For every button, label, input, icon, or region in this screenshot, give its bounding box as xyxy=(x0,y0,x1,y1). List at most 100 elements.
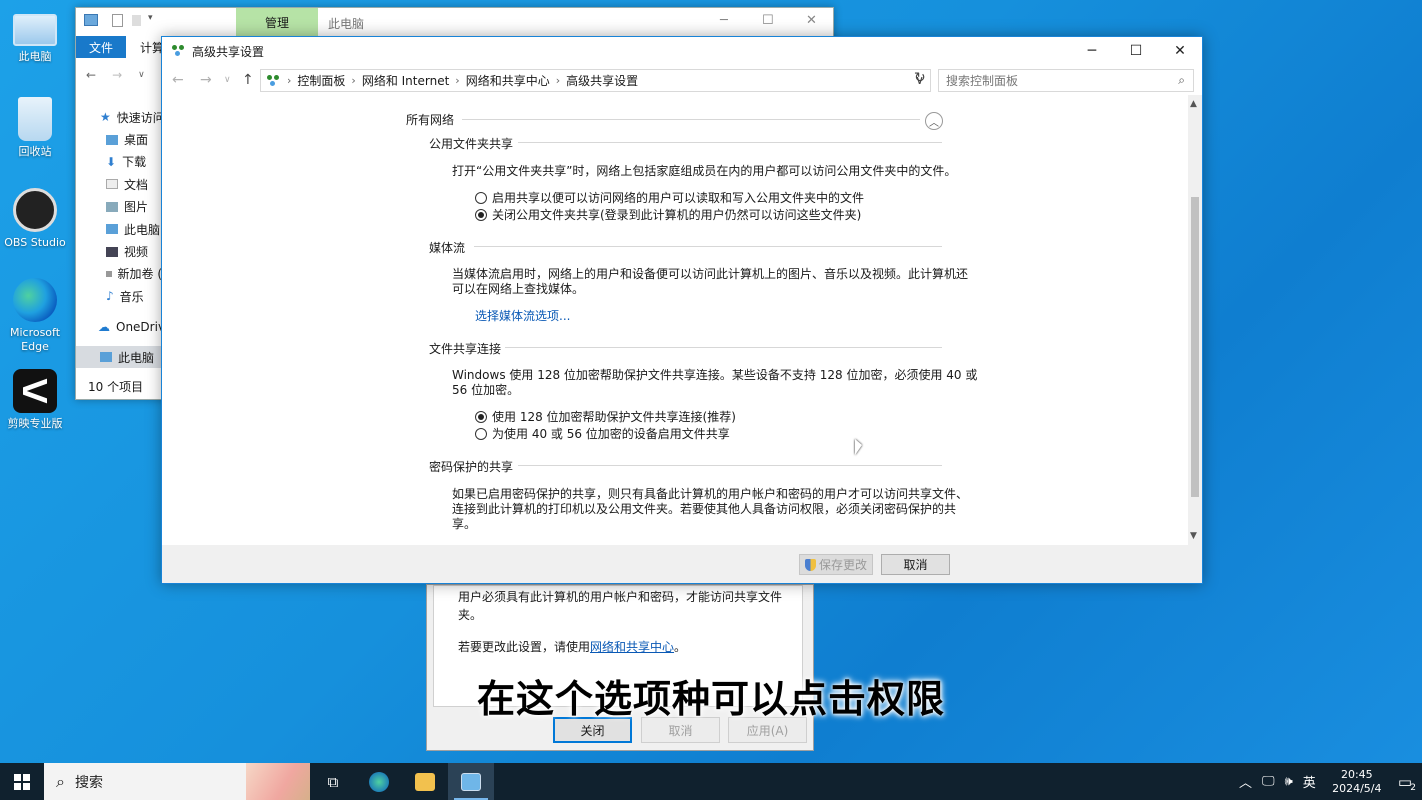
clock[interactable]: 20:45 2024/5/4 xyxy=(1326,768,1388,796)
sidebar-item-label: 桌面 xyxy=(124,133,149,148)
description-line: 当媒体流启用时，网络上的用户和设备便可以访问此计算机上的图片、音乐以及视频。此计… xyxy=(452,267,969,281)
vertical-scrollbar[interactable]: ▲ ▼ xyxy=(1188,95,1202,545)
tab-computer[interactable]: 计算 xyxy=(126,36,164,58)
taskbar-file-explorer[interactable] xyxy=(402,763,448,800)
network-icon[interactable]: 🖵 xyxy=(1262,774,1275,789)
volume-icon[interactable]: 🕪 xyxy=(1285,774,1293,789)
forward-arrow-icon[interactable]: → xyxy=(112,68,122,82)
breadcrumb[interactable]: › 控制面板 › 网络和 Internet › 网络和共享中心 › 高级共享设置… xyxy=(260,69,931,92)
file-sharing-option-128bit[interactable]: 使用 128 位加密帮助保护文件共享连接(推荐) xyxy=(475,408,736,425)
file-sharing-option-40-56bit[interactable]: 为使用 40 或 56 位加密的设备启用文件共享 xyxy=(475,425,730,442)
sidebar-item-desktop[interactable]: 桌面 xyxy=(76,128,162,150)
tab-manage[interactable]: 管理 xyxy=(236,8,318,36)
sidebar-item-label: 此电脑 xyxy=(118,350,155,365)
scrollbar-thumb[interactable] xyxy=(1191,197,1199,497)
properties-icon[interactable] xyxy=(112,14,123,27)
show-hidden-icons-chevron-icon[interactable]: ︿ xyxy=(1239,772,1252,791)
sidebar-item-music[interactable]: ♪ 音乐 xyxy=(76,285,162,307)
notification-count-badge: 2 xyxy=(1410,782,1416,793)
radio-button[interactable] xyxy=(475,427,487,440)
drive-icon xyxy=(106,270,112,277)
breadcrumb-separator-icon[interactable]: › xyxy=(351,74,355,87)
sidebar-item-label: 图片 xyxy=(124,200,149,215)
taskbar-control-panel[interactable] xyxy=(448,763,494,800)
advanced-sharing-window[interactable]: 高级共享设置 ─ ☐ ✕ ← → ∨ ↑ › 控制面板 › 网络和 Intern… xyxy=(161,36,1203,584)
breadcrumb-separator-icon[interactable]: › xyxy=(455,74,459,87)
sidebar-item-this-pc[interactable]: 此电脑 xyxy=(76,218,162,240)
maximize-icon[interactable]: ☐ xyxy=(1114,37,1158,65)
computer-icon xyxy=(100,352,112,363)
close-icon[interactable]: ✕ xyxy=(1158,37,1202,65)
forward-arrow-icon[interactable]: → xyxy=(200,72,212,88)
taskbar-search-box[interactable]: ⌕ 搜索 xyxy=(44,763,310,800)
picture-icon xyxy=(106,201,118,212)
customize-toolbar-icon[interactable]: ▾ xyxy=(148,13,153,23)
new-folder-icon[interactable] xyxy=(132,15,141,26)
recent-locations-chevron-icon[interactable]: ∨ xyxy=(138,70,145,80)
sidebar-item-onedrive[interactable]: ☁ OneDrive xyxy=(76,316,172,338)
save-changes-button[interactable]: 保存更改 xyxy=(799,554,873,575)
input-method-indicator[interactable]: 英 xyxy=(1303,772,1316,791)
clock-time: 20:45 xyxy=(1340,767,1373,781)
sidebar-item-this-pc-root[interactable]: 此电脑 xyxy=(76,345,162,369)
notification-center-icon[interactable]: ▭ 2 xyxy=(1398,773,1416,793)
windows-logo-icon xyxy=(14,773,30,790)
properties-text: 用户必须具有此计算机的用户帐户和密码，才能访问共享文件夹。 xyxy=(458,590,783,622)
task-view-button[interactable]: ⧉ xyxy=(310,763,356,800)
cancel-button[interactable]: 取消 xyxy=(881,554,950,575)
desktop-icon-label: 回收站 xyxy=(18,145,52,158)
divider xyxy=(462,119,920,120)
breadcrumb-item[interactable]: 高级共享设置 xyxy=(566,72,638,89)
desktop-icon-capcut[interactable]: 剪映专业版 xyxy=(0,369,70,431)
breadcrumb-separator-icon[interactable]: › xyxy=(287,74,291,87)
sidebar-item-new-volume[interactable]: 新加卷 ( xyxy=(76,263,162,285)
sidebar-item-documents[interactable]: 文档 xyxy=(76,173,162,195)
breadcrumb-item[interactable]: 控制面板 xyxy=(297,72,345,89)
public-folder-heading: 公用文件夹共享 xyxy=(429,135,513,152)
search-input[interactable]: 搜索控制面板 ⌕ xyxy=(938,69,1194,92)
desktop-icon-edge[interactable]: Microsoft Edge xyxy=(0,278,70,354)
scroll-up-arrow-icon[interactable]: ▲ xyxy=(1190,99,1197,109)
back-arrow-icon[interactable]: ← xyxy=(86,68,96,82)
close-icon[interactable]: ✕ xyxy=(806,13,817,28)
start-button[interactable] xyxy=(0,763,44,800)
search-label: 搜索 xyxy=(74,774,103,791)
edge-icon xyxy=(369,771,389,792)
sidebar-item-downloads[interactable]: ⬇ 下载 xyxy=(76,151,162,173)
tab-file[interactable]: 文件 xyxy=(76,36,126,58)
network-sharing-center-link[interactable]: 网络和共享中心 xyxy=(590,640,674,654)
desktop-icon-this-pc[interactable]: 此电脑 xyxy=(0,8,70,64)
up-arrow-icon[interactable]: ↑ xyxy=(242,72,254,88)
mouse-cursor-icon xyxy=(855,439,862,455)
search-icon[interactable]: ⌕ xyxy=(1178,73,1185,88)
scroll-down-arrow-icon[interactable]: ▼ xyxy=(1190,531,1197,541)
radio-button-selected[interactable] xyxy=(475,208,487,221)
minimize-icon[interactable]: ─ xyxy=(720,13,728,28)
sidebar-item-quick-access[interactable]: ★ 快速访问 xyxy=(76,106,165,128)
media-streaming-options-link[interactable]: 选择媒体流选项... xyxy=(475,309,570,324)
sidebar-item-pictures[interactable]: 图片 xyxy=(76,196,162,218)
desktop-icon-obs[interactable]: OBS Studio xyxy=(0,188,70,250)
minimize-icon[interactable]: ─ xyxy=(1070,37,1114,65)
maximize-icon[interactable]: ☐ xyxy=(762,13,774,28)
public-folder-option-disable[interactable]: 关闭公用文件夹共享(登录到此计算机的用户仍然可以访问这些文件夹) xyxy=(475,206,861,223)
breadcrumb-item[interactable]: 网络和 Internet xyxy=(362,72,449,89)
desktop-icon-recycle-bin[interactable]: 回收站 xyxy=(0,97,70,159)
sidebar-item-videos[interactable]: 视频 xyxy=(76,240,162,262)
public-folder-option-enable[interactable]: 启用共享以便可以访问网络的用户可以读取和写入公用文件夹中的文件 xyxy=(475,189,864,206)
radio-button[interactable] xyxy=(475,191,487,204)
back-arrow-icon[interactable]: ← xyxy=(172,72,184,88)
breadcrumb-item[interactable]: 网络和共享中心 xyxy=(466,72,550,89)
text-suffix: 。 xyxy=(674,640,687,654)
recent-locations-chevron-icon[interactable]: ∨ xyxy=(224,75,231,85)
window-titlebar: 高级共享设置 ─ ☐ ✕ xyxy=(162,37,1202,65)
collapse-chevron-up-icon[interactable]: ︿ xyxy=(925,112,943,130)
quick-access-toolbar-icon[interactable] xyxy=(84,14,98,26)
task-view-icon: ⧉ xyxy=(327,772,339,791)
divider xyxy=(518,142,942,143)
breadcrumb-separator-icon[interactable]: › xyxy=(556,74,560,87)
description-line: 连接到此计算机的打印机以及公用文件夹。若要使其他人具备访问权限，必须关闭密码保护… xyxy=(452,502,957,516)
refresh-icon[interactable]: ↻ xyxy=(914,70,926,86)
radio-button-selected[interactable] xyxy=(475,410,487,423)
taskbar-edge[interactable] xyxy=(356,763,402,800)
